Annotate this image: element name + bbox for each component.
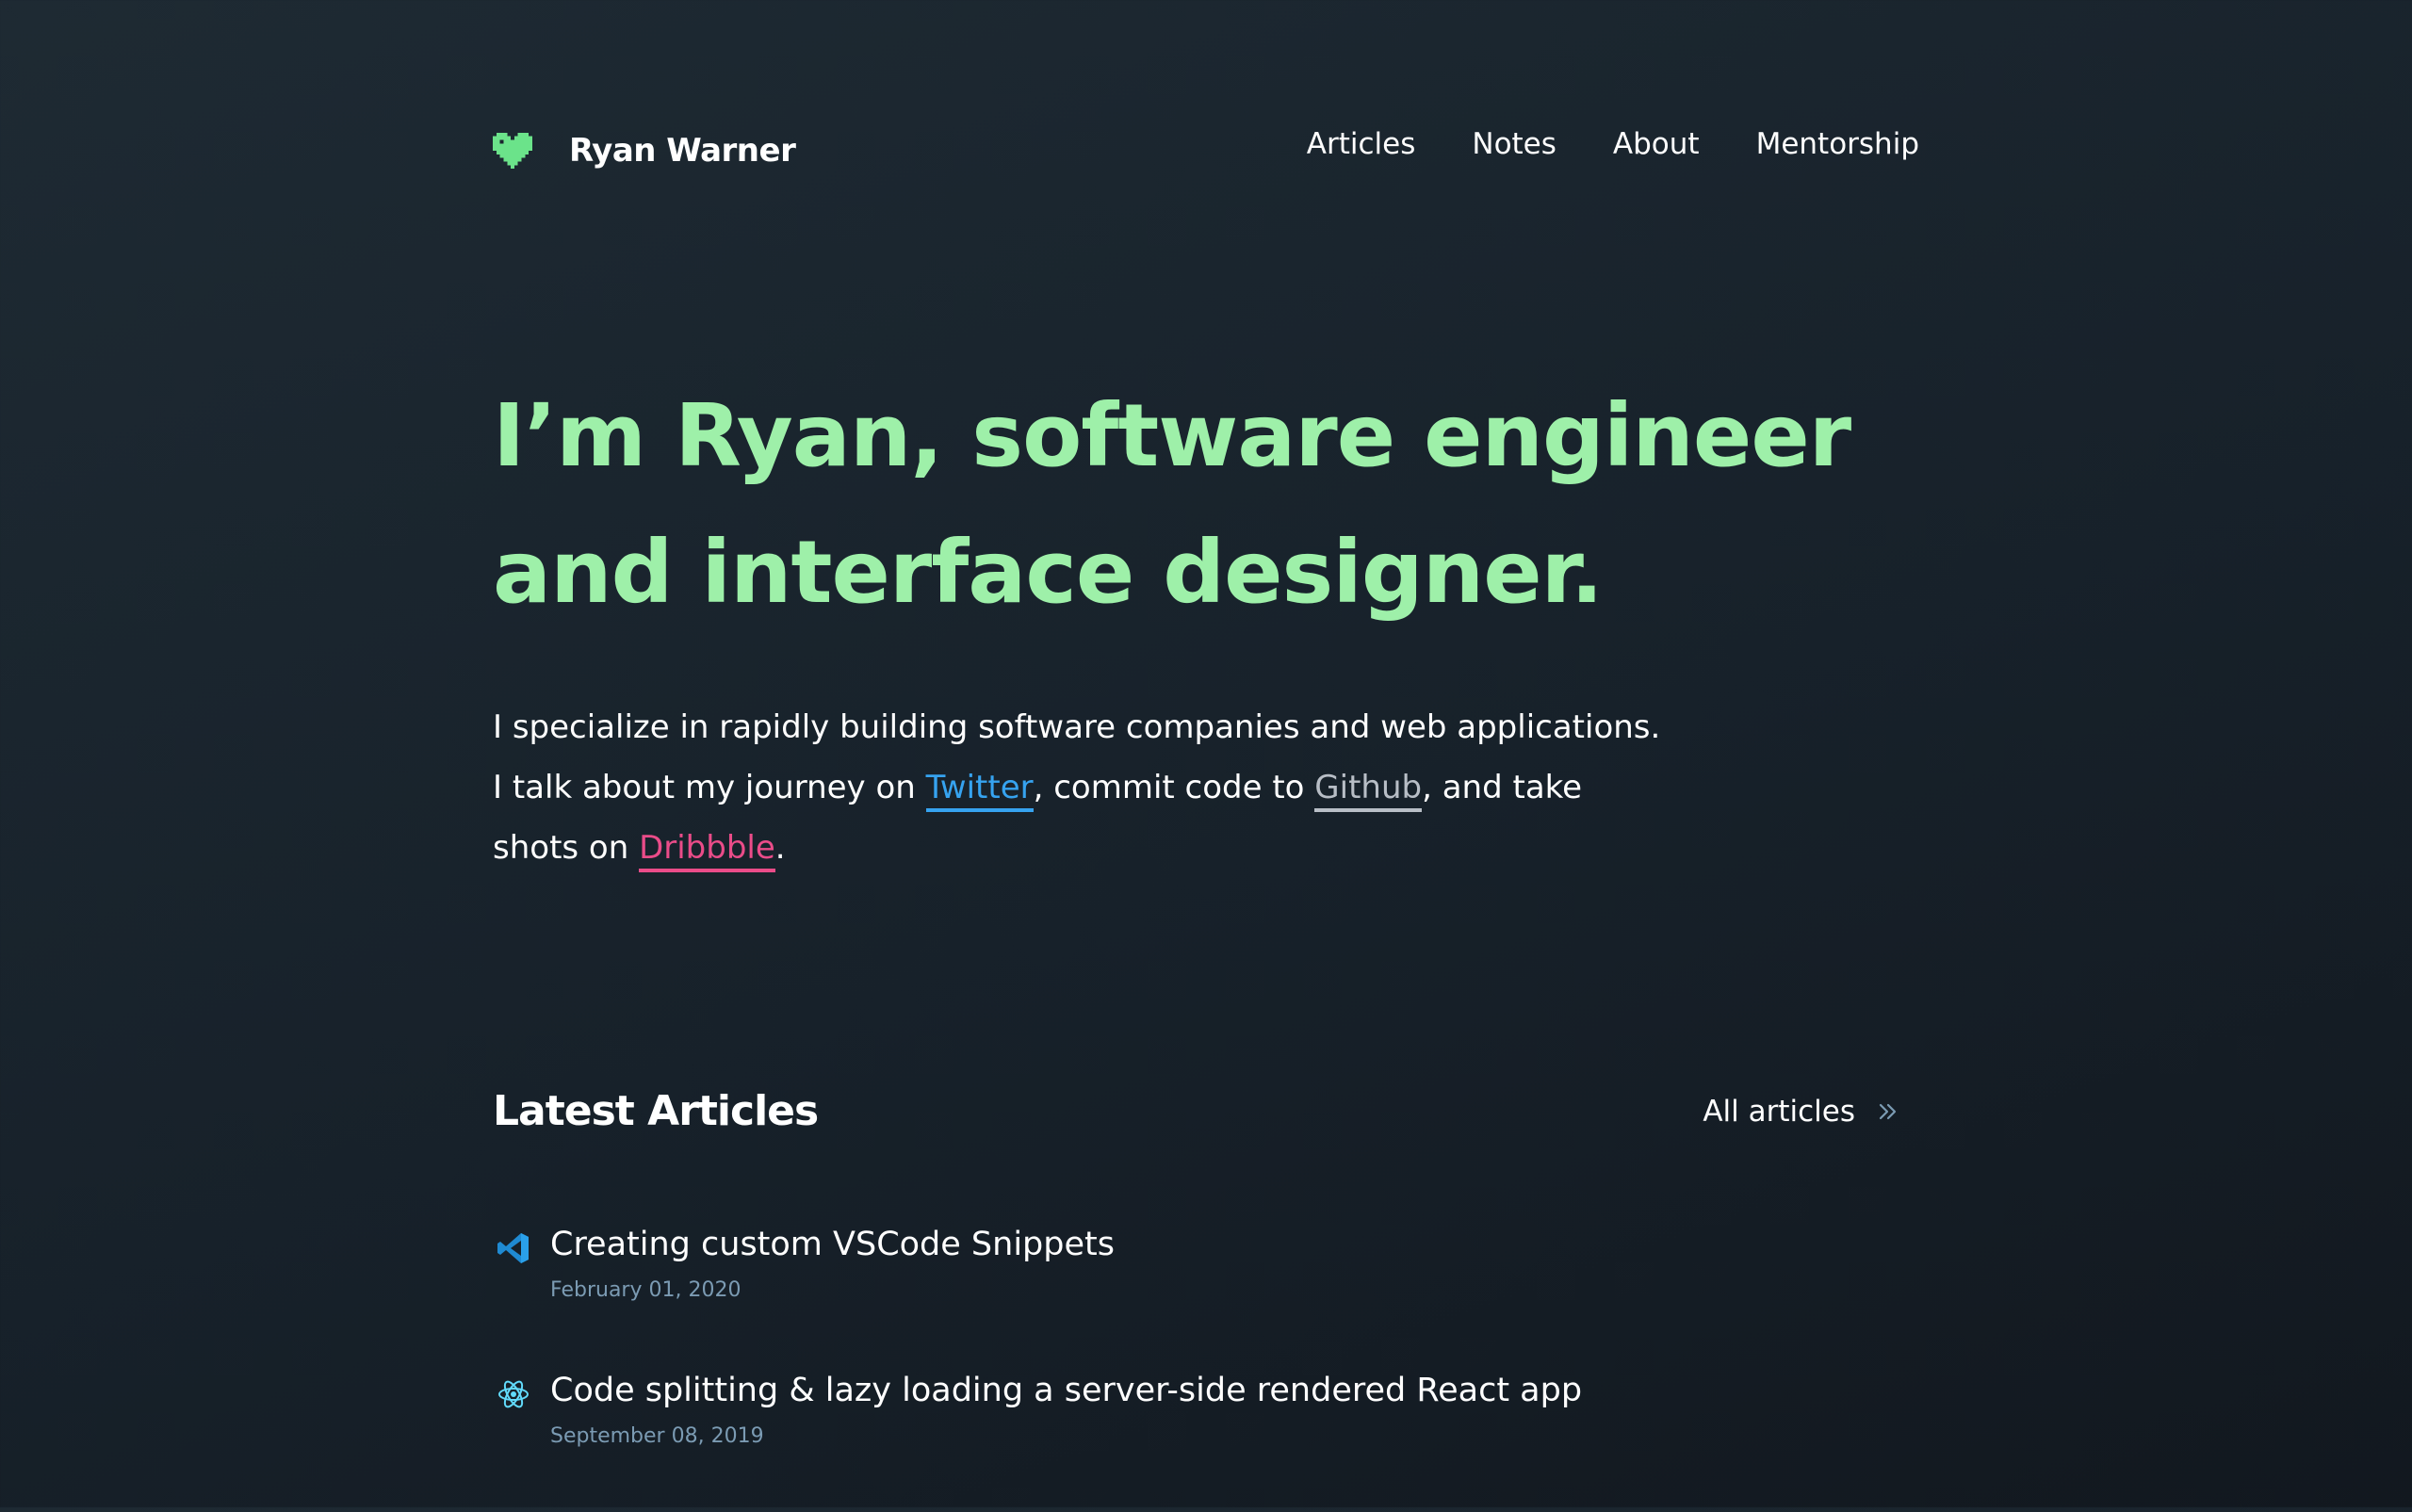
intro-text-2: , commit code to [1033, 769, 1315, 806]
article-item[interactable]: Code splitting & lazy loading a server-s… [493, 1366, 1900, 1512]
hero-title-line-1: I’m Ryan, software engineer [493, 385, 1851, 486]
all-articles-label: All articles [1703, 1095, 1855, 1129]
all-articles-link[interactable]: All articles [1703, 1079, 1900, 1145]
pixel-heart-icon [493, 132, 532, 170]
nav-item-articles[interactable]: Articles [1307, 122, 1416, 166]
hero-title: I’m Ryan, software engineer and interfac… [493, 367, 1851, 641]
nav-item-about[interactable]: About [1613, 122, 1700, 166]
page: Ryan Warner Articles Notes About Mentors… [493, 0, 1919, 1507]
section-header: Latest Articles All articles [493, 1079, 1900, 1145]
article-title[interactable]: Creating custom VSCode Snippets [550, 1220, 1115, 1269]
hero-title-line-2: and interface designer. [493, 522, 1604, 623]
article-date: September 08, 2019 [550, 1424, 764, 1448]
intro-paragraph: I specialize in rapidly building softwar… [493, 697, 1661, 878]
article-date: February 01, 2020 [550, 1278, 742, 1302]
section-title: Latest Articles [493, 1087, 819, 1135]
react-icon [498, 1380, 529, 1408]
article-title[interactable]: Code splitting & lazy loading a server-s… [550, 1366, 1582, 1415]
main-nav: Articles Notes About Mentorship [1307, 122, 1919, 166]
article-list: Creating custom VSCode Snippets February… [493, 1220, 1900, 1512]
vscode-icon [497, 1233, 529, 1263]
twitter-link[interactable]: Twitter [925, 769, 1034, 812]
github-link[interactable]: Github [1314, 769, 1423, 812]
nav-item-mentorship[interactable]: Mentorship [1756, 122, 1919, 166]
intro-text-4: . [774, 829, 786, 867]
article-item[interactable]: Creating custom VSCode Snippets February… [493, 1220, 1900, 1366]
site-header: Ryan Warner Articles Notes About Mentors… [493, 122, 1919, 188]
double-chevron-right-icon [1879, 1103, 1897, 1120]
site-name: Ryan Warner [569, 132, 796, 170]
dribbble-link[interactable]: Dribbble [639, 829, 775, 872]
brand-link[interactable]: Ryan Warner [493, 122, 796, 179]
nav-item-notes[interactable]: Notes [1472, 122, 1556, 166]
